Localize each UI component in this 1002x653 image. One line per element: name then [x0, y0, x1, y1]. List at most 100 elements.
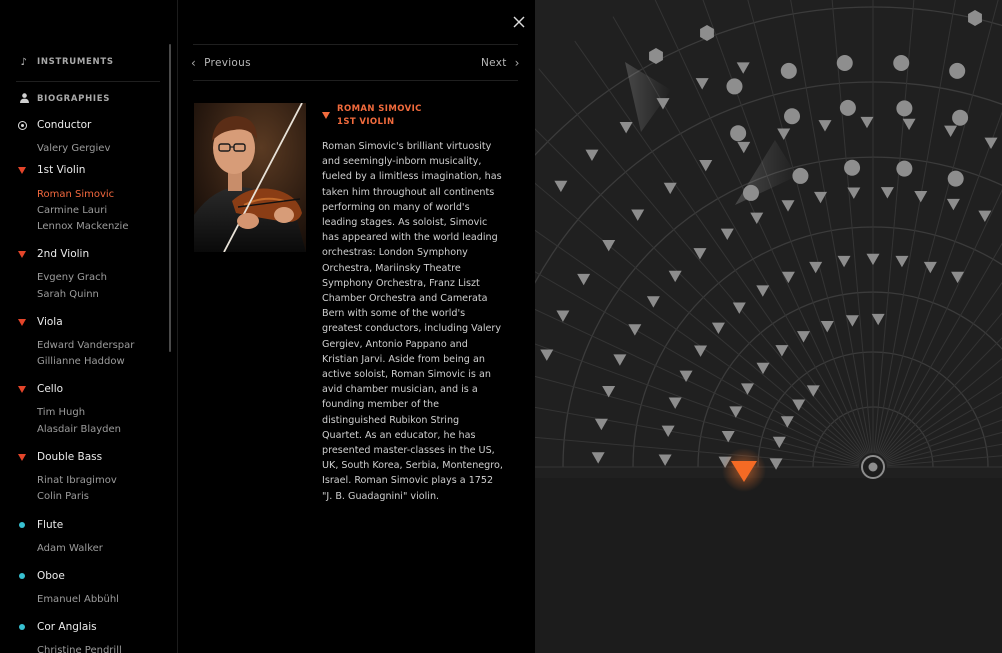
- wind-seat[interactable]: [836, 54, 853, 71]
- section-conductor[interactable]: Conductor: [0, 117, 170, 133]
- section-oboe[interactable]: Oboe: [0, 568, 170, 584]
- bio-role: 1ST VIOLIN: [337, 117, 395, 127]
- member-link[interactable]: Colin Paris: [37, 491, 89, 502]
- bio-line: presented master-classes in the US,: [322, 445, 495, 457]
- bio-line: founding member of the: [322, 399, 440, 411]
- wind-seat[interactable]: [784, 108, 801, 125]
- bio-line: Roman Simovic's brilliant virtuosity: [322, 141, 492, 152]
- triangle-marker-icon: [16, 248, 28, 260]
- biography-text: Roman Simovic's brilliant virtuosity and…: [322, 139, 512, 504]
- biographies-label: BIOGRAPHIES: [37, 94, 111, 104]
- member-link[interactable]: Lennox Mackenzie: [37, 221, 129, 232]
- section-flute[interactable]: Flute: [0, 517, 170, 533]
- biographies-tab[interactable]: BIOGRAPHIES: [18, 91, 110, 107]
- section-cello[interactable]: Cello: [0, 381, 170, 397]
- seating-diagram[interactable]: [535, 0, 1002, 653]
- bio-line: and seemingly-inborn musicality,: [322, 156, 482, 168]
- bio-line: Gergiev, Antonio Pappano and: [322, 338, 468, 350]
- member-link[interactable]: Tim Hugh: [37, 407, 85, 418]
- bio-line: Orchestra, Mariinsky Theatre: [322, 262, 461, 274]
- sidebar-scrollbar[interactable]: [169, 44, 171, 352]
- nav-divider: [193, 80, 518, 81]
- dot-marker-icon: [16, 621, 28, 633]
- sidebar: ♪ INSTRUMENTS BIOGRAPHIES Conductor Vale…: [0, 0, 178, 653]
- member-link[interactable]: Emanuel Abbühl: [37, 594, 119, 605]
- wind-seat[interactable]: [742, 184, 759, 201]
- member-link[interactable]: Rinat Ibragimov: [37, 475, 117, 486]
- member-link[interactable]: Christine Pendrill: [37, 645, 122, 653]
- bio-line: leading stages. As soloist, Simovic: [322, 217, 488, 229]
- wind-seat[interactable]: [952, 109, 969, 126]
- member-link-selected[interactable]: Roman Simovic: [37, 189, 114, 200]
- bio-line: UK, South Korea, Serbia, Montenegro,: [322, 460, 503, 472]
- bio-line: has appeared with the world leading: [322, 232, 498, 244]
- bio-line: "J. B. Guadagnini" violin.: [322, 490, 440, 502]
- wind-seat[interactable]: [896, 160, 913, 177]
- music-note-icon: ♪: [20, 56, 28, 68]
- bio-line: orchestras: London Symphony: [322, 247, 468, 259]
- bio-line: Symphony Orchestra, Franz Liszt: [322, 277, 480, 289]
- section-double-bass[interactable]: Double Bass: [0, 449, 170, 465]
- close-icon: [513, 16, 525, 28]
- bio-line: active soloist, Roman Simovic is an: [322, 369, 491, 381]
- wind-seat[interactable]: [947, 170, 964, 187]
- section-2nd-violin[interactable]: 2nd Violin: [0, 246, 170, 262]
- target-icon: [16, 119, 28, 131]
- next-label: Next: [481, 57, 507, 69]
- section-cor-anglais[interactable]: Cor Anglais: [0, 619, 170, 635]
- bio-line: avid chamber musician, and is a: [322, 384, 478, 396]
- podium-center: [868, 462, 878, 472]
- wind-seat[interactable]: [896, 100, 913, 117]
- bio-name: ROMAN SIMOVIC: [337, 104, 422, 114]
- bio-line: Chamber Orchestra and Camerata: [322, 293, 488, 305]
- top-divider: [193, 44, 518, 45]
- triangle-marker-icon: [16, 451, 28, 463]
- person-icon: [18, 92, 30, 106]
- triangle-marker-icon: [16, 164, 28, 176]
- bio-line: Israel. Roman Simovic plays a 1752: [322, 475, 494, 487]
- dot-marker-icon: [16, 570, 28, 582]
- chevron-left-icon: ‹: [191, 56, 197, 70]
- triangle-marker-icon: [322, 112, 330, 119]
- close-button[interactable]: [510, 13, 528, 31]
- instruments-tab[interactable]: ♪ INSTRUMENTS: [18, 54, 114, 70]
- member-link[interactable]: Alasdair Blayden: [37, 424, 121, 435]
- bio-line: Kristian Jarvi. Aside from being an: [322, 353, 485, 365]
- previous-label: Previous: [204, 57, 251, 69]
- wind-seat[interactable]: [730, 125, 747, 142]
- bio-line: performing on many of world's: [322, 201, 470, 213]
- triangle-marker-icon: [16, 383, 28, 395]
- section-viola[interactable]: Viola: [0, 314, 170, 330]
- member-link[interactable]: Valery Gergiev: [37, 143, 110, 154]
- wind-seat[interactable]: [726, 78, 743, 95]
- musician-photo: [194, 103, 306, 252]
- bio-line: Bern with some of the world's: [322, 308, 466, 320]
- bio-line: distinguished Rubikon String: [322, 414, 460, 426]
- member-link[interactable]: Adam Walker: [37, 543, 103, 554]
- triangle-marker-icon: [16, 316, 28, 328]
- instruments-label: INSTRUMENTS: [37, 57, 114, 67]
- bio-line: taken him throughout all continents: [322, 186, 495, 198]
- bio-line: fueled by a limitless imagination, has: [322, 171, 502, 183]
- chevron-right-icon: ›: [514, 56, 520, 70]
- member-link[interactable]: Evgeny Grach: [37, 272, 107, 283]
- sidebar-divider: [16, 81, 160, 82]
- wind-seat[interactable]: [780, 62, 797, 79]
- bio-line: greatest conductors, including Valery: [322, 323, 502, 335]
- member-link[interactable]: Carmine Lauri: [37, 205, 107, 216]
- previous-button[interactable]: ‹ Previous: [191, 55, 251, 71]
- wind-seat[interactable]: [893, 54, 910, 71]
- orchestra-seating-map[interactable]: [535, 0, 1002, 653]
- wind-seat[interactable]: [839, 99, 856, 116]
- bio-line: Quartet. As an educator, he has: [322, 429, 476, 441]
- next-button[interactable]: Next ›: [481, 55, 520, 71]
- section-1st-violin[interactable]: 1st Violin: [0, 162, 170, 178]
- member-link[interactable]: Edward Vanderspar: [37, 340, 134, 351]
- dot-marker-icon: [16, 519, 28, 531]
- wind-seat[interactable]: [949, 62, 966, 79]
- wind-seat[interactable]: [792, 167, 809, 184]
- member-link[interactable]: Sarah Quinn: [37, 289, 99, 300]
- wind-seat[interactable]: [844, 159, 861, 176]
- member-link[interactable]: Gillianne Haddow: [37, 356, 125, 367]
- biography-panel: ♪ INSTRUMENTS BIOGRAPHIES Conductor Vale…: [0, 0, 535, 653]
